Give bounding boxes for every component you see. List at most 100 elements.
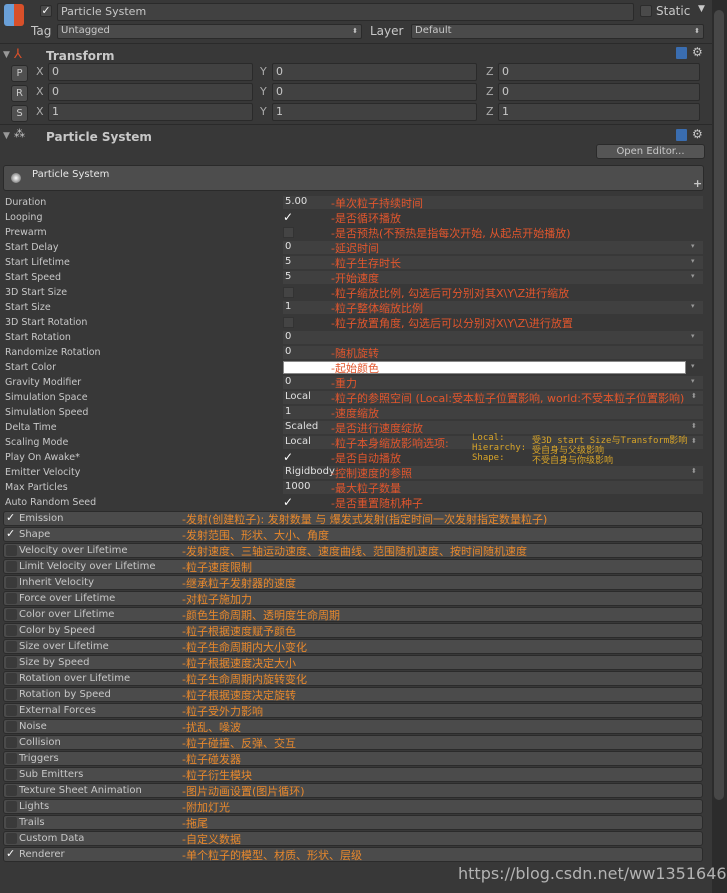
module-row[interactable]: Size by Speed -粒子根据速度决定大小 bbox=[3, 655, 703, 670]
annotation: -发射(创建粒子): 发射数量 与 爆发式发射(指定时间一次发射指定数量粒子) bbox=[182, 513, 548, 526]
dropdown-arrow-icon[interactable]: ⬍ bbox=[691, 422, 697, 430]
module-label: Trails bbox=[19, 817, 45, 828]
module-checkbox[interactable] bbox=[6, 737, 17, 748]
module-row[interactable]: Rotation over Lifetime -粒子生命周期内旋转变化 bbox=[3, 671, 703, 686]
module-checkbox[interactable]: ✓ bbox=[6, 848, 17, 860]
main-module-header[interactable]: Particle System + bbox=[3, 165, 704, 191]
property-checkbox[interactable]: ✓ bbox=[283, 210, 294, 224]
scrollbar[interactable] bbox=[712, 0, 727, 893]
property-checkbox[interactable]: ✓ bbox=[283, 450, 294, 464]
module-checkbox[interactable]: ✓ bbox=[6, 528, 17, 540]
transform-s-y-input[interactable]: 1 bbox=[272, 103, 477, 121]
transform-p-y-input[interactable]: 0 bbox=[272, 63, 477, 81]
dropdown-arrow-icon[interactable]: ▾ bbox=[691, 272, 695, 280]
module-row[interactable]: Collision -粒子碰撞、反弹、交互 bbox=[3, 735, 703, 750]
transform-r-z-input[interactable]: 0 bbox=[498, 83, 700, 101]
module-row[interactable]: Rotation by Speed -粒子根据速度决定旋转 bbox=[3, 687, 703, 702]
module-row[interactable]: Lights -附加灯光 bbox=[3, 799, 703, 814]
object-name-input[interactable]: Particle System bbox=[57, 3, 634, 21]
module-checkbox[interactable] bbox=[6, 561, 17, 572]
module-checkbox[interactable] bbox=[6, 641, 17, 652]
module-checkbox[interactable] bbox=[6, 545, 17, 556]
transform-p-button[interactable]: P bbox=[11, 65, 28, 82]
open-editor-button[interactable]: Open Editor... bbox=[596, 144, 705, 159]
add-plus-icon[interactable]: + bbox=[693, 177, 702, 190]
property-checkbox[interactable] bbox=[283, 227, 294, 238]
module-checkbox[interactable] bbox=[6, 673, 17, 684]
module-checkbox[interactable] bbox=[6, 785, 17, 796]
transform-r-y-input[interactable]: 0 bbox=[272, 83, 477, 101]
module-checkbox[interactable]: ✓ bbox=[6, 512, 17, 524]
module-checkbox[interactable] bbox=[6, 801, 17, 812]
transform-s-x-input[interactable]: 1 bbox=[48, 103, 253, 121]
module-row[interactable]: Noise -扰乱、噪波 bbox=[3, 719, 703, 734]
dropdown-arrow-icon[interactable]: ▾ bbox=[691, 257, 695, 265]
annotation: -粒子碰撞、反弹、交互 bbox=[182, 737, 296, 750]
module-checkbox[interactable] bbox=[6, 833, 17, 844]
property-checkbox[interactable]: ✓ bbox=[283, 495, 294, 509]
module-row[interactable]: Velocity over Lifetime -发射速度、三轴运动速度、速度曲线、… bbox=[3, 543, 703, 558]
dropdown-arrow-icon[interactable]: ⬍ bbox=[691, 392, 697, 400]
transform-r-x-input[interactable]: 0 bbox=[48, 83, 253, 101]
dropdown-arrow-icon[interactable]: ⬍ bbox=[691, 437, 697, 445]
property-row: Simulation Space Local ⬍ -粒子的参照空间 (Local:受本… bbox=[3, 390, 703, 405]
dropdown-arrow-icon[interactable]: ⬍ bbox=[691, 467, 697, 475]
module-checkbox[interactable] bbox=[6, 689, 17, 700]
module-checkbox[interactable] bbox=[6, 753, 17, 764]
module-row[interactable]: Limit Velocity over Lifetime -粒子速度限制 bbox=[3, 559, 703, 574]
module-row[interactable]: Force over Lifetime -对粒子施加力 bbox=[3, 591, 703, 606]
help-book-icon[interactable] bbox=[676, 47, 687, 59]
property-label: Prewarm bbox=[5, 227, 47, 238]
property-field[interactable] bbox=[283, 331, 703, 344]
module-row[interactable]: Size over Lifetime -粒子生命周期内大小变化 bbox=[3, 639, 703, 654]
annotation: -粒子碰发器 bbox=[182, 753, 241, 766]
tag-dropdown[interactable]: Untagged ⬍ bbox=[57, 24, 362, 39]
module-row[interactable]: ✓ Emission -发射(创建粒子): 发射数量 与 爆发式发射(指定时间一次发… bbox=[3, 511, 703, 526]
module-row[interactable]: Color by Speed -粒子根据速度赋予颜色 bbox=[3, 623, 703, 638]
module-row[interactable]: ✓ Renderer -单个粒子的模型、材质、形状、层级 bbox=[3, 847, 703, 862]
foldout-arrow-icon[interactable]: ▼ bbox=[3, 50, 10, 60]
annotation: -开始速度 bbox=[331, 272, 379, 285]
module-row[interactable]: Sub Emitters -粒子衍生模块 bbox=[3, 767, 703, 782]
dropdown-arrow-icon[interactable]: ▾ bbox=[691, 332, 695, 340]
transform-p-z-input[interactable]: 0 bbox=[498, 63, 700, 81]
static-dropdown-icon[interactable]: ▼ bbox=[698, 4, 705, 14]
module-checkbox[interactable] bbox=[6, 769, 17, 780]
transform-p-x-input[interactable]: 0 bbox=[48, 63, 253, 81]
gear-icon[interactable]: ⚙ bbox=[692, 45, 703, 59]
module-row[interactable]: ✓ Shape -发射范围、形状、大小、角度 bbox=[3, 527, 703, 542]
help-book-icon[interactable] bbox=[676, 129, 687, 141]
module-checkbox[interactable] bbox=[6, 817, 17, 828]
module-checkbox[interactable] bbox=[6, 609, 17, 620]
module-checkbox[interactable] bbox=[6, 577, 17, 588]
transform-r-button[interactable]: R bbox=[11, 85, 28, 102]
dropdown-arrow-icon[interactable]: ▾ bbox=[691, 242, 695, 250]
module-row[interactable]: Trails -拖尾 bbox=[3, 815, 703, 830]
annotation: -粒子的参照空间 (Local:受本粒子位置影响, world:不受本粒子位置影… bbox=[331, 392, 685, 405]
transform-s-button[interactable]: S bbox=[11, 105, 28, 122]
gear-icon[interactable]: ⚙ bbox=[692, 127, 703, 141]
transform-s-z-input[interactable]: 1 bbox=[498, 103, 700, 121]
active-checkbox[interactable]: ✓ bbox=[40, 5, 52, 17]
dropdown-arrow-icon[interactable]: ▾ bbox=[691, 377, 695, 385]
module-row[interactable]: Texture Sheet Animation -图片动画设置(图片循环) bbox=[3, 783, 703, 798]
dropdown-arrow-icon[interactable]: ▾ bbox=[691, 302, 695, 310]
static-checkbox[interactable] bbox=[640, 5, 652, 17]
module-row[interactable]: Color over Lifetime -颜色生命周期、透明度生命周期 bbox=[3, 607, 703, 622]
transform-title: Transform bbox=[46, 49, 115, 63]
dropdown-arrow-icon[interactable]: ▾ bbox=[691, 362, 695, 370]
module-row[interactable]: External Forces -粒子受外力影响 bbox=[3, 703, 703, 718]
module-checkbox[interactable] bbox=[6, 593, 17, 604]
module-checkbox[interactable] bbox=[6, 721, 17, 732]
module-checkbox[interactable] bbox=[6, 625, 17, 636]
module-row[interactable]: Inherit Velocity -继承粒子发射器的速度 bbox=[3, 575, 703, 590]
module-row[interactable]: Custom Data -自定义数据 bbox=[3, 831, 703, 846]
property-checkbox[interactable] bbox=[283, 287, 294, 298]
axis-z-label: Z bbox=[486, 85, 494, 98]
property-checkbox[interactable] bbox=[283, 317, 294, 328]
module-checkbox[interactable] bbox=[6, 705, 17, 716]
foldout-arrow-icon[interactable]: ▼ bbox=[3, 131, 10, 141]
layer-dropdown[interactable]: Default ⬍ bbox=[411, 24, 704, 39]
module-row[interactable]: Triggers -粒子碰发器 bbox=[3, 751, 703, 766]
module-checkbox[interactable] bbox=[6, 657, 17, 668]
